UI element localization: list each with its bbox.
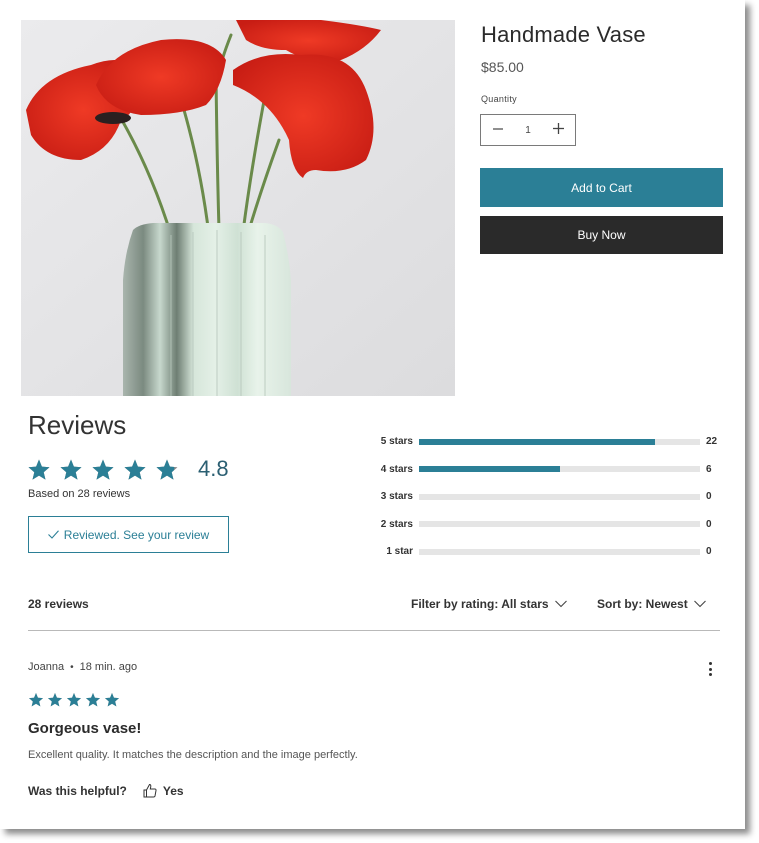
histogram-count: 22 [706,436,718,448]
product-title: Handmade Vase [481,22,646,47]
helpful-question: Was this helpful? [28,783,127,798]
more-vertical-icon-dot [708,662,712,665]
product-price: $85.00 [481,59,524,75]
star-filled-icon [105,693,119,707]
histogram-track [419,521,700,528]
minus-icon [493,128,503,130]
review-time: 18 min. ago [79,661,138,673]
plus-icon [552,123,564,134]
star-filled-icon [67,693,81,707]
sort-label: Sort by: Newest [597,597,688,611]
review-rating-stars [28,692,120,708]
histogram-row-5[interactable]: 5 stars 22 [370,428,730,456]
reviews-based-on: Based on 28 reviews [28,488,131,500]
check-icon [47,530,59,539]
reviews-count: 28 reviews [28,597,89,611]
review-meta: Joanna • 18 min. ago [28,661,137,673]
histogram-count: 6 [706,463,712,475]
histogram-track [419,548,700,555]
quantity-label: Quantity [481,94,517,104]
review-more-menu-button[interactable] [704,660,716,678]
filter-by-rating-dropdown[interactable]: Filter by rating: All stars [411,597,567,611]
poppies-vase-illustration [21,20,455,396]
thumbs-up-icon [143,783,157,798]
histogram-track [419,466,700,473]
histogram-track [419,493,700,500]
histogram-row-3[interactable]: 3 stars 0 [370,483,730,511]
histogram-label: 1 star [386,546,413,558]
helpful-yes-label: Yes [162,783,184,798]
histogram-count: 0 [706,546,712,558]
histogram-row-1[interactable]: 1 star 0 [370,538,730,566]
histogram-label: 4 stars [380,463,413,475]
sort-dropdown[interactable]: Sort by: Newest [597,597,706,611]
decrement-button[interactable] [491,122,505,138]
filter-label: Filter by rating: All stars [411,597,549,611]
add-to-cart-button[interactable]: Add to Cart [480,168,723,207]
average-rating-stars [27,458,179,482]
increment-button[interactable] [551,122,565,138]
review-helpful: Was this helpful? Yes [28,783,184,798]
histogram-count: 0 [706,491,712,503]
product-page-card: Handmade Vase $85.00 Quantity 1 Add to C… [0,0,745,829]
histogram-label: 5 stars [380,436,413,448]
star-filled-icon [48,693,62,707]
helpful-yes-button[interactable]: Yes [143,783,184,798]
quantity-stepper: 1 [480,114,576,146]
meta-separator: • [70,661,74,673]
star-filled-icon [60,459,82,480]
star-half-icon [156,459,178,480]
product-image [21,20,455,396]
histogram-label: 2 stars [380,518,413,530]
average-rating-value: 4.8 [198,456,229,481]
reviews-heading: Reviews [28,410,127,440]
see-your-review-label: Reviewed. See your review [63,527,210,542]
reviews-divider [28,630,720,631]
histogram-count: 0 [706,518,712,530]
histogram-row-2[interactable]: 2 stars 0 [370,511,730,539]
histogram-label: 3 stars [380,491,413,503]
more-vertical-icon-dot [708,673,712,676]
rating-histogram: 5 stars 22 4 stars 6 3 stars 0 2 stars 0… [370,428,730,566]
more-vertical-icon-dot [708,667,712,671]
review-body: Excellent quality. It matches the descri… [28,749,358,761]
star-filled-icon [29,693,43,707]
buy-now-button[interactable]: Buy Now [480,216,723,254]
review-title: Gorgeous vase! [28,720,142,737]
histogram-fill [419,438,656,445]
histogram-fill [419,466,560,473]
quantity-value[interactable]: 1 [525,125,531,136]
star-filled-icon [28,459,50,480]
review-author: Joanna [28,661,65,673]
see-your-review-button[interactable]: Reviewed. See your review [28,516,229,553]
histogram-track [419,438,700,445]
star-filled-icon [86,693,100,707]
chevron-down-icon [693,600,706,608]
star-filled-icon [92,459,114,480]
histogram-row-4[interactable]: 4 stars 6 [370,456,730,484]
star-filled-icon [124,459,146,480]
chevron-down-icon [554,600,567,608]
